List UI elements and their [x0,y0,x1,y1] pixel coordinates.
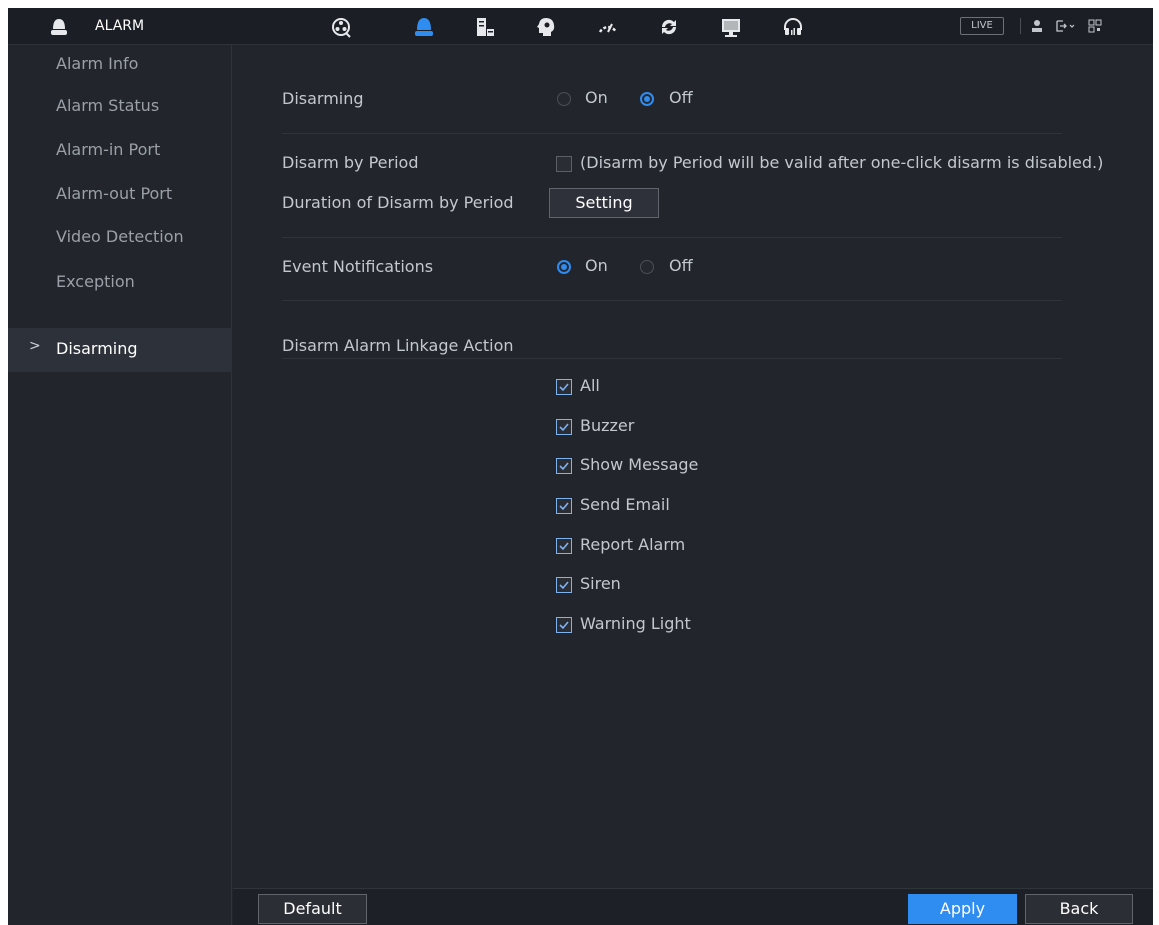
topbar-divider [1020,18,1021,34]
bottom-action-bar: Default Apply Back [233,888,1153,925]
top-bar: ALARM LIVE [8,8,1153,45]
linkage-label: Disarm Alarm Linkage Action [282,336,514,355]
sidebar-item-disarming[interactable]: > Disarming [8,328,232,372]
disarming-label: Disarming [282,89,364,108]
sidebar-item-alarm-out-port[interactable]: Alarm-out Port [8,175,232,215]
linkage-buzzer-label: Buzzer [580,416,635,435]
module-title: ALARM [95,18,145,34]
sidebar-item-video-detection[interactable]: Video Detection [8,218,232,258]
linkage-send-email-checkbox[interactable] [556,498,572,514]
event-notifications-on-radio[interactable] [557,260,571,274]
divider [282,358,1062,359]
disarm-by-period-note: (Disarm by Period will be valid after on… [580,153,1104,172]
default-button[interactable]: Default [258,894,367,924]
search-icon[interactable] [330,16,352,38]
duration-label: Duration of Disarm by Period [282,193,514,212]
linkage-all-label: All [580,376,600,395]
apply-button[interactable]: Apply [908,894,1017,924]
divider [282,300,1062,301]
system-icon[interactable] [535,16,557,38]
linkage-report-alarm-label: Report Alarm [580,535,686,554]
linkage-warning-light-label: Warning Light [580,614,691,633]
sidebar: Alarm Info Alarm Status Alarm-in Port Al… [8,45,232,925]
linkage-all-checkbox[interactable] [556,379,572,395]
linkage-show-message-label: Show Message [580,455,699,474]
storage-icon[interactable] [474,16,496,38]
sidebar-item-label: Alarm-out Port [56,184,173,203]
backup-icon[interactable] [658,16,680,38]
qr-code-icon[interactable] [1088,18,1102,34]
linkage-send-email-label: Send Email [580,495,670,514]
sidebar-item-alarm-info[interactable]: Alarm Info [8,45,232,85]
disarming-on-label: On [585,88,608,107]
disarming-off-label: Off [669,88,693,107]
sidebar-item-label: Video Detection [56,227,184,246]
alarm-window: ALARM LIVE Alarm Info Alarm Status Alarm… [8,8,1153,925]
sidebar-item-label: Alarm Info [56,54,139,73]
disarming-on-radio[interactable] [557,92,571,106]
sidebar-item-label: Alarm Status [56,96,160,115]
linkage-buzzer-checkbox[interactable] [556,419,572,435]
display-icon[interactable] [720,16,742,38]
user-icon[interactable] [1030,18,1044,34]
disarm-by-period-label: Disarm by Period [282,153,419,172]
divider [282,133,1062,134]
audio-icon[interactable] [782,16,804,38]
sidebar-item-alarm-in-port[interactable]: Alarm-in Port [8,131,232,171]
disarm-by-period-checkbox[interactable] [556,156,572,172]
live-button[interactable]: LIVE [960,17,1004,35]
linkage-report-alarm-checkbox[interactable] [556,538,572,554]
linkage-siren-checkbox[interactable] [556,577,572,593]
event-notifications-on-label: On [585,256,608,275]
setting-button[interactable]: Setting [549,188,659,218]
back-button[interactable]: Back [1025,894,1133,924]
linkage-warning-light-checkbox[interactable] [556,617,572,633]
alarm-icon[interactable] [413,16,435,38]
disarming-settings-panel: Disarming On Off Disarm by Period (Disar… [233,45,1153,888]
divider [282,237,1062,238]
alarm-module-icon [50,17,68,37]
disarming-off-radio[interactable] [640,92,654,106]
sidebar-item-label: Alarm-in Port [56,140,161,159]
event-notifications-off-radio[interactable] [640,260,654,274]
linkage-siren-label: Siren [580,574,621,593]
chevron-right-icon: > [29,338,41,354]
logout-icon[interactable] [1055,18,1077,34]
sidebar-item-label: Exception [56,272,135,291]
event-notifications-label: Event Notifications [282,257,434,276]
sidebar-item-exception[interactable]: Exception [8,263,232,303]
linkage-show-message-checkbox[interactable] [556,458,572,474]
sidebar-item-alarm-status[interactable]: Alarm Status [8,87,232,127]
event-notifications-off-label: Off [669,256,693,275]
operation-icon[interactable] [597,16,619,38]
sidebar-item-label: Disarming [56,339,138,358]
